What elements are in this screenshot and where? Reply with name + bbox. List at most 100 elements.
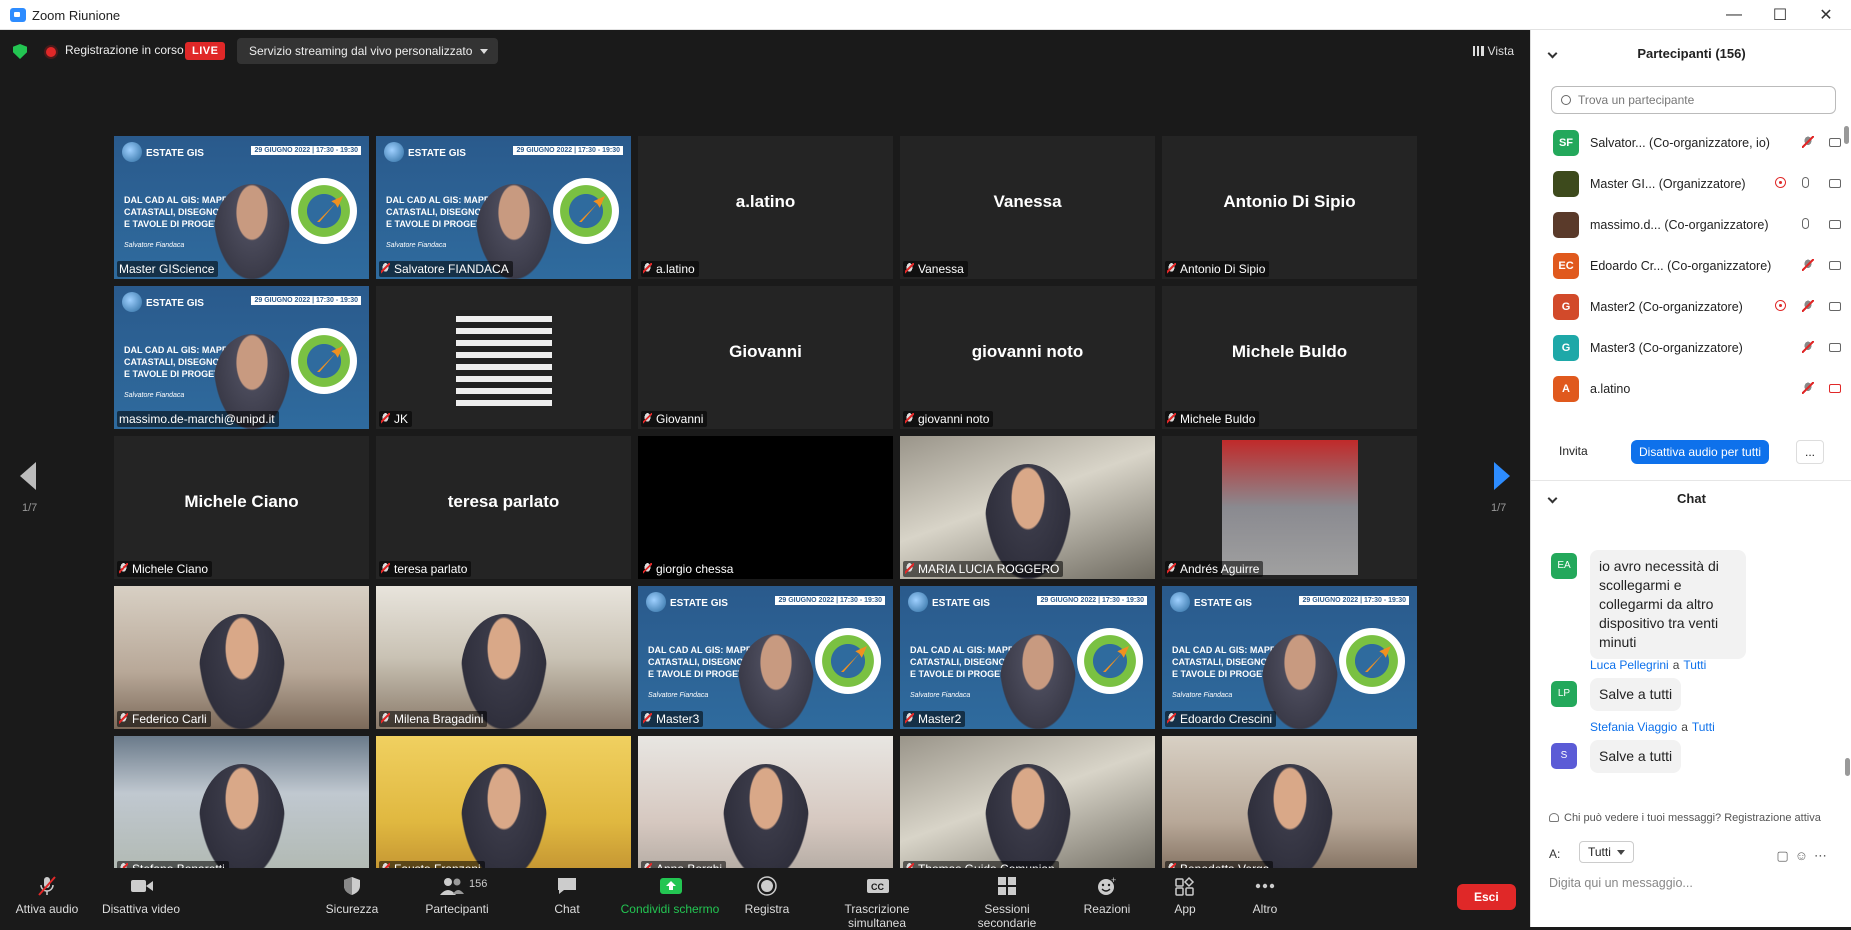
participants-scrollbar[interactable] [1844,126,1849,144]
participants-options-caret-icon[interactable] [507,886,513,892]
emoji-icon[interactable]: ☺ [1795,848,1814,863]
recipient-name[interactable]: Tutti [1683,658,1706,672]
participant-display-name: teresa parlato [447,492,560,511]
chat-message-input[interactable]: Digita qui un messaggio... [1549,876,1693,890]
video-tile[interactable]: ESTATE GIS 29 GIUGNO 2022 | 17:30 - 19:30… [638,586,893,729]
sender-name[interactable]: Luca Pellegrini [1590,658,1669,672]
apps-button[interactable]: App [1170,876,1200,916]
video-tile[interactable]: Michele Buldo Michele Buldo [1162,286,1417,429]
participants-header: Partecipanti (156) [1637,46,1746,61]
next-page-arrow-icon[interactable] [1494,462,1510,490]
chat-more-icon[interactable]: ⋯ [1814,848,1833,863]
record-button[interactable]: Registra [742,876,792,916]
participant-row[interactable]: Aa.latino [1531,368,1851,409]
encryption-shield-icon[interactable] [13,44,27,59]
minimize-button[interactable]: — [1711,0,1757,30]
video-tile[interactable]: Anna Borghi [638,736,893,879]
reactions-label: Reazioni [1083,902,1131,916]
video-tile[interactable]: giovanni noto giovanni noto [900,286,1155,429]
muted-mic-icon [1167,413,1176,424]
rec-icon[interactable] [1775,177,1786,188]
cam-icon[interactable] [1829,179,1841,188]
streaming-dropdown[interactable]: Servizio streaming dal vivo personalizza… [237,38,499,64]
video-options-caret-icon[interactable] [173,886,179,892]
sender-name[interactable]: Stefania Viaggio [1590,720,1677,734]
cam-icon[interactable] [1829,220,1841,229]
participant-row[interactable]: Master GI... (Organizzatore) [1531,163,1851,204]
mic-off-icon[interactable] [1802,300,1814,312]
breakout-rooms-button[interactable]: Sessioni secondarie [954,876,1060,930]
mic-off-icon[interactable] [1802,259,1814,271]
participant-row[interactable]: G Master3 (Co-organizzatore) [1531,327,1851,368]
participants-more-button[interactable]: ... [1796,440,1825,464]
participant-row[interactable]: massimo.d... (Co-organizzatore) [1531,204,1851,245]
video-tile[interactable]: JK [376,286,631,429]
mic-icon[interactable] [1802,218,1809,229]
video-tile[interactable]: ESTATE GIS 29 GIUGNO 2022 | 17:30 - 19:30… [376,136,631,279]
video-tile[interactable]: Benedetta Verga [1162,736,1417,879]
security-button[interactable]: Sicurezza [322,876,382,916]
leave-meeting-button[interactable]: Esci [1457,884,1516,910]
participant-row[interactable]: AAlberto [1531,409,1851,416]
audio-options-caret-icon[interactable] [76,886,82,892]
participant-row[interactable]: G Master2 (Co-organizzatore) [1531,286,1851,327]
mic-off-icon[interactable] [1802,136,1814,148]
stop-video-button[interactable]: Disattiva video [98,876,184,916]
reactions-button[interactable]: + Reazioni [1082,875,1132,916]
close-window-button[interactable]: ✕ [1803,0,1849,30]
video-tile[interactable]: MARIA LUCIA ROGGERO [900,436,1155,579]
cam-icon[interactable] [1829,261,1841,270]
video-tile[interactable]: Fausto Franzoni [376,736,631,879]
chat-options-caret-icon[interactable] [596,886,602,892]
previous-page-arrow-icon[interactable] [20,462,36,490]
mic-off-icon[interactable] [1802,382,1814,394]
cam-icon[interactable] [1829,302,1841,311]
chat-scrollbar[interactable] [1845,758,1850,776]
video-tile[interactable]: a.latino a.latino [638,136,893,279]
mic-off-icon[interactable] [1802,341,1814,353]
share-screen-button[interactable]: Condividi schermo [616,876,724,916]
video-tile[interactable]: Antonio Di Sipio Antonio Di Sipio [1162,136,1417,279]
participant-row[interactable]: EC Edoardo Cr... (Co-organizzatore) [1531,245,1851,286]
invite-button[interactable]: Invita [1553,440,1594,462]
video-tile[interactable]: Andrés Aguirre [1162,436,1417,579]
recording-status[interactable]: Registrazione in corso [65,43,184,57]
video-tile[interactable]: ESTATE GIS 29 GIUGNO 2022 | 17:30 - 19:30… [114,286,369,429]
share-options-caret-icon[interactable] [711,886,717,892]
chat-sender[interactable]: Luca Pellegrini a Tutti [1590,658,1706,672]
video-tile[interactable]: teresa parlato teresa parlato [376,436,631,579]
video-tile[interactable]: Federico Carli [114,586,369,729]
video-tile[interactable]: Thomas Guido Comunian [900,736,1155,879]
participants-button[interactable]: 156 Partecipanti [420,876,494,916]
live-transcript-button[interactable]: CC Trascrizione simultanea [814,876,940,930]
cam-off-icon[interactable] [1829,384,1841,393]
mic-icon[interactable] [1802,177,1809,188]
rec-icon[interactable] [1775,300,1786,311]
maximize-button[interactable]: ☐ [1757,0,1803,30]
more-button[interactable]: Altro [1249,876,1281,916]
video-tile[interactable]: Vanessa Vanessa [900,136,1155,279]
live-badge[interactable]: LIVE [185,42,226,60]
participant-display-name: Michele Buldo [1231,342,1348,361]
video-tile[interactable]: Giovanni Giovanni [638,286,893,429]
view-button[interactable]: Vista [1472,44,1514,58]
cam-icon[interactable] [1829,343,1841,352]
unmute-button[interactable]: Attiva audio [12,876,82,916]
video-tile[interactable]: Stefano Bonaretti [114,736,369,879]
video-tile[interactable]: ESTATE GIS 29 GIUGNO 2022 | 17:30 - 19:30… [900,586,1155,729]
chat-button[interactable]: Chat [547,876,587,916]
video-tile[interactable]: Milena Bragadini [376,586,631,729]
participant-search-input[interactable]: Trova un partecipante [1551,86,1836,114]
chat-visibility-info[interactable]: Chi può vedere i tuoi messaggi? Registra… [1549,812,1821,824]
chat-recipient-dropdown[interactable]: Tutti [1579,841,1634,863]
file-icon[interactable]: ▢ [1776,848,1794,863]
video-tile[interactable]: ESTATE GIS 29 GIUGNO 2022 | 17:30 - 19:30… [1162,586,1417,729]
video-tile[interactable]: Michele Ciano Michele Ciano [114,436,369,579]
chat-sender[interactable]: Stefania Viaggio a Tutti [1590,720,1715,734]
video-tile[interactable]: giorgio chessa [638,436,893,579]
mute-all-button[interactable]: Disattiva audio per tutti [1631,440,1770,464]
cam-icon[interactable] [1829,138,1841,147]
recipient-name[interactable]: Tutti [1692,720,1715,734]
participant-row[interactable]: SF Salvator... (Co-organizzatore, io) [1531,122,1851,163]
video-tile[interactable]: ESTATE GIS 29 GIUGNO 2022 | 17:30 - 19:30… [114,136,369,279]
